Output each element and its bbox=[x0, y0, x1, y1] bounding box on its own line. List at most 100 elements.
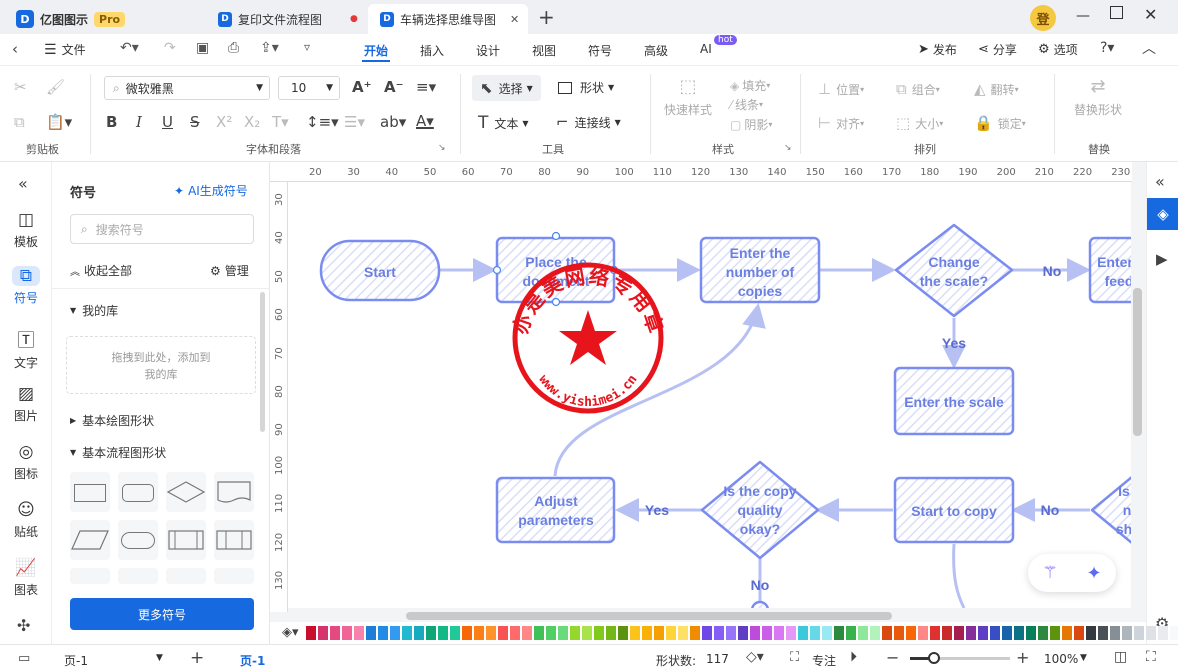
color-swatch[interactable] bbox=[762, 626, 772, 640]
selection-handle[interactable] bbox=[551, 297, 561, 307]
color-swatch[interactable] bbox=[402, 626, 412, 640]
color-swatch[interactable] bbox=[1146, 626, 1156, 640]
color-swatch[interactable] bbox=[486, 626, 496, 640]
color-swatch[interactable] bbox=[522, 626, 532, 640]
color-swatch[interactable] bbox=[810, 626, 820, 640]
connector-start-copy-down[interactable] bbox=[952, 543, 966, 608]
color-swatch[interactable] bbox=[1110, 626, 1120, 640]
horizontal-scrollbar[interactable] bbox=[406, 612, 892, 620]
chevron-down-icon[interactable]: ▼ bbox=[156, 653, 163, 663]
add-page-icon[interactable]: + bbox=[190, 648, 204, 668]
color-swatch[interactable] bbox=[570, 626, 580, 640]
color-swatch[interactable] bbox=[438, 626, 448, 640]
color-swatch[interactable] bbox=[414, 626, 424, 640]
color-swatch[interactable] bbox=[330, 626, 340, 640]
color-swatch[interactable] bbox=[750, 626, 760, 640]
cut-icon[interactable]: ✂ bbox=[14, 78, 27, 96]
align-button[interactable]: ⊢ 对齐 ▾ bbox=[818, 114, 864, 132]
sparkle-icon[interactable]: ✦ bbox=[1086, 563, 1101, 584]
color-swatch[interactable] bbox=[1002, 626, 1012, 640]
color-swatch[interactable] bbox=[942, 626, 952, 640]
color-swatch[interactable] bbox=[906, 626, 916, 640]
color-swatch[interactable] bbox=[834, 626, 844, 640]
color-swatch[interactable] bbox=[774, 626, 784, 640]
bold-icon[interactable]: B bbox=[106, 113, 117, 131]
tab-advanced[interactable]: 高级 bbox=[644, 42, 668, 59]
save-icon[interactable]: ▣ bbox=[196, 40, 209, 56]
color-swatch[interactable] bbox=[654, 626, 664, 640]
color-swatch[interactable] bbox=[966, 626, 976, 640]
actor-shape[interactable] bbox=[214, 568, 254, 584]
panel-scrollbar[interactable] bbox=[260, 292, 265, 432]
redo-icon[interactable]: ↷ bbox=[164, 40, 176, 56]
play-icon[interactable]: ⏵ bbox=[850, 649, 857, 665]
color-swatch[interactable] bbox=[702, 626, 712, 640]
italic-icon[interactable]: I bbox=[136, 113, 142, 131]
text-tool-button[interactable]: T 文本 ▼ bbox=[478, 113, 529, 133]
color-swatch[interactable] bbox=[1062, 626, 1072, 640]
more-dropdown-icon[interactable]: ▿ bbox=[304, 40, 310, 54]
color-swatch[interactable] bbox=[606, 626, 616, 640]
reading-mode-icon[interactable]: ◫ bbox=[1114, 649, 1127, 665]
tab-insert[interactable]: 插入 bbox=[420, 42, 444, 59]
color-swatch[interactable] bbox=[918, 626, 928, 640]
color-swatch[interactable] bbox=[1050, 626, 1060, 640]
color-swatch[interactable] bbox=[882, 626, 892, 640]
color-swatch[interactable] bbox=[510, 626, 520, 640]
color-swatch[interactable] bbox=[534, 626, 544, 640]
color-swatch[interactable] bbox=[1014, 626, 1024, 640]
file-menu[interactable]: ☰ 文件 bbox=[44, 41, 86, 58]
collapse-ribbon-icon[interactable]: ︿ bbox=[1142, 38, 1156, 58]
options-button[interactable]: ⚙ 选项 bbox=[1038, 41, 1078, 58]
color-swatch[interactable] bbox=[690, 626, 700, 640]
color-swatch[interactable] bbox=[582, 626, 592, 640]
color-swatch[interactable] bbox=[666, 626, 676, 640]
replace-shape-button[interactable]: ⇄ 替换形状 bbox=[1074, 76, 1122, 118]
tab-view[interactable]: 视图 bbox=[532, 42, 556, 59]
list-icon[interactable]: ☰▾ bbox=[344, 113, 365, 131]
color-swatch[interactable] bbox=[714, 626, 724, 640]
zoom-slider-thumb[interactable] bbox=[928, 652, 940, 664]
basic-shapes-section[interactable]: ▶ 基本绘图形状 bbox=[70, 412, 154, 429]
data-shape[interactable] bbox=[70, 520, 110, 560]
superscript-icon[interactable]: X² bbox=[216, 113, 232, 131]
more-symbols-button[interactable]: 更多符号 bbox=[70, 598, 254, 630]
color-swatch[interactable] bbox=[426, 626, 436, 640]
node-change-scale[interactable] bbox=[894, 223, 1014, 318]
person-shape[interactable] bbox=[166, 568, 206, 584]
circle-shape[interactable] bbox=[118, 568, 158, 584]
print-icon[interactable]: ⎙ bbox=[228, 40, 239, 56]
vertical-scrollbar[interactable] bbox=[1133, 288, 1142, 436]
page-selector[interactable]: 页-1 bbox=[64, 652, 88, 669]
color-swatch[interactable] bbox=[1086, 626, 1096, 640]
zoom-level[interactable]: 100% bbox=[1044, 652, 1078, 666]
page-tab[interactable]: 页-1 bbox=[240, 652, 265, 669]
color-swatch[interactable] bbox=[1134, 626, 1144, 640]
drawing-page[interactable]: Start Place the document Enter the numbe… bbox=[288, 182, 1131, 608]
line-button[interactable]: ⁄ 线条 ▾ bbox=[730, 96, 763, 113]
shape-tool-button[interactable]: 形状 ▼ bbox=[558, 79, 614, 96]
color-swatch[interactable] bbox=[822, 626, 832, 640]
color-swatch[interactable] bbox=[462, 626, 472, 640]
color-swatch[interactable] bbox=[498, 626, 508, 640]
color-swatch[interactable] bbox=[678, 626, 688, 640]
user-avatar[interactable]: 登 bbox=[1030, 5, 1056, 31]
font-size-select[interactable]: 10 ▼ bbox=[278, 76, 340, 100]
fill-bucket-icon[interactable]: ◈▾ bbox=[282, 625, 299, 640]
color-swatch[interactable] bbox=[738, 626, 748, 640]
color-swatch[interactable] bbox=[546, 626, 556, 640]
terminator-shape[interactable] bbox=[118, 520, 158, 560]
sidebar-item-symbols[interactable]: ⧉ 符号 bbox=[0, 266, 52, 306]
maximize-icon[interactable] bbox=[1110, 6, 1123, 19]
magic-wand-icon[interactable]: ⚚ bbox=[1042, 563, 1057, 583]
color-swatch[interactable] bbox=[1074, 626, 1084, 640]
ellipse-shape[interactable] bbox=[70, 568, 110, 584]
copy-icon[interactable]: ⧉ bbox=[14, 113, 25, 131]
share-button[interactable]: ⋖ 分享 bbox=[978, 41, 1017, 58]
predefined-process-shape[interactable] bbox=[166, 520, 206, 560]
subscript-icon[interactable]: X₂ bbox=[244, 113, 260, 131]
tab-ai[interactable]: AI bbox=[700, 42, 712, 56]
text-style-icon[interactable]: ab▾ bbox=[380, 113, 406, 131]
color-swatch[interactable] bbox=[306, 626, 316, 640]
group-button[interactable]: ⧉ 组合 ▾ bbox=[896, 80, 940, 98]
